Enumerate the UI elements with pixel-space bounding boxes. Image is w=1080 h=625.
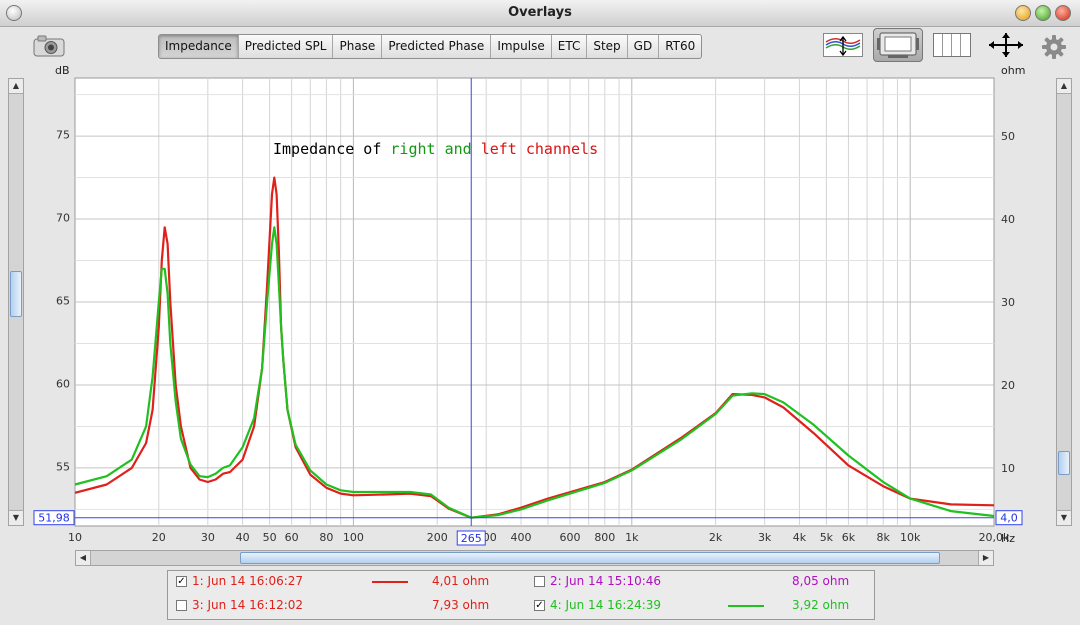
x-tick-label: 100 (343, 531, 364, 544)
legend-line-swatch (372, 581, 408, 583)
impedance-chart[interactable]: 10 20 30 40 50 60 80 100 200 300 400 600 800 1k 2k 3k 4k… (0, 0, 1080, 625)
x-tick-label: 2k (709, 531, 723, 544)
x-tick-label: 200 (427, 531, 448, 544)
x-tick-label: 10 (68, 531, 82, 544)
annotation-segment: and (436, 140, 481, 158)
chart-annotation: Impedance of right and left channels (273, 140, 598, 158)
x-tick-label: 20,0k (979, 531, 1010, 544)
y-right-tick-label: 10 (1001, 462, 1015, 475)
y-right-tick-label: 40 (1001, 213, 1015, 226)
legend-value: 7,93 ohm (432, 598, 490, 612)
x-tick-label: 60 (285, 531, 299, 544)
legend-value: 3,92 ohm (792, 598, 850, 612)
legend-checkbox[interactable] (534, 576, 545, 587)
y-left-tick-label: 60 (56, 377, 70, 390)
x-tick-label: 4k (793, 531, 807, 544)
left-cursor-readout: 51,98 (38, 512, 70, 525)
annotation-segment: Impedance of (273, 140, 390, 158)
right-cursor-readout: 4,0 (1000, 512, 1018, 525)
y-right-tick-label: 20 (1001, 379, 1015, 392)
scrollbar-thumb[interactable] (240, 552, 940, 564)
y-right-tick-label: 50 (1001, 130, 1015, 143)
legend-checkbox[interactable]: ✓ (176, 576, 187, 587)
horizontal-scrollbar[interactable]: ◀ ▶ (75, 550, 994, 566)
scroll-left-arrow-icon[interactable]: ◀ (76, 551, 91, 565)
legend-label[interactable]: 1: Jun 14 16:06:27 (192, 574, 303, 588)
legend-label[interactable]: 4: Jun 14 16:24:39 (550, 598, 661, 612)
x-tick-label: 20 (152, 531, 166, 544)
x-tick-label: 400 (511, 531, 532, 544)
x-tick-label: 40 (236, 531, 250, 544)
x-tick-label: 8k (877, 531, 891, 544)
legend-label[interactable]: 3: Jun 14 16:12:02 (192, 598, 303, 612)
x-tick-label: 6k (842, 531, 856, 544)
annotation-segment: right (390, 140, 435, 158)
legend-checkbox[interactable]: ✓ (534, 600, 545, 611)
legend-value: 4,01 ohm (432, 574, 490, 588)
legend-value: 8,05 ohm (792, 574, 850, 588)
x-tick-label: 30 (201, 531, 215, 544)
x-tick-label: 1k (625, 531, 639, 544)
x-tick-label: 3k (758, 531, 772, 544)
annotation-segment: left channels (481, 140, 598, 158)
y-right-tick-label: 30 (1001, 296, 1015, 309)
legend-line-swatch (728, 605, 764, 607)
x-tick-label: 800 (594, 531, 615, 544)
y-left-tick-label: 75 (56, 128, 70, 141)
x-tick-label: 80 (319, 531, 333, 544)
legend-label[interactable]: 2: Jun 14 15:10:46 (550, 574, 661, 588)
legend-checkbox[interactable] (176, 600, 187, 611)
x-tick-label: 10k (900, 531, 921, 544)
scroll-right-arrow-icon[interactable]: ▶ (978, 551, 993, 565)
x-cursor-readout: 265 (461, 532, 482, 545)
y-left-tick-label: 70 (56, 211, 70, 224)
x-tick-label: 5k (820, 531, 834, 544)
y-left-tick-label: 65 (56, 294, 70, 307)
x-tick-label: 50 (263, 531, 277, 544)
x-tick-label: 600 (560, 531, 581, 544)
measurement-legend: ✓ 1: Jun 14 16:06:27 4,01 ohm 2: Jun 14 15:… (167, 570, 875, 620)
y-left-tick-label: 55 (56, 460, 70, 473)
